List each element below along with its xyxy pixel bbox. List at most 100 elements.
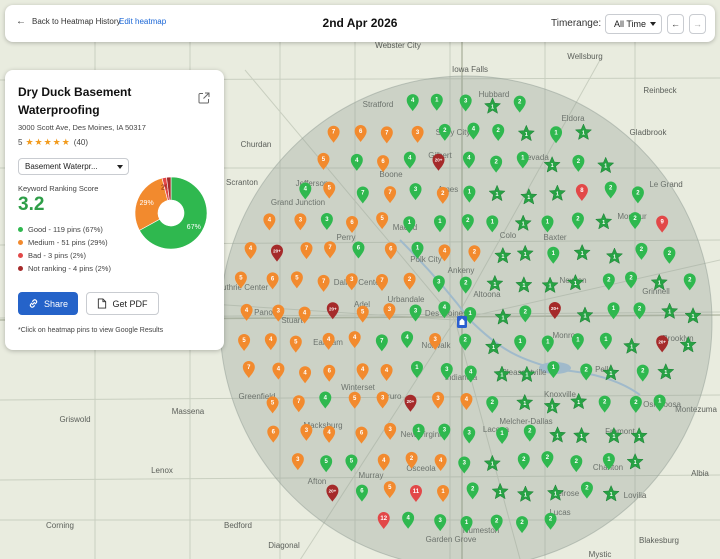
- place-label: Reinbeck: [643, 86, 677, 95]
- legend-dot: [18, 227, 23, 232]
- legend-label: Good - 119 pins (67%): [28, 225, 103, 234]
- place-label: Webster City: [375, 41, 421, 50]
- business-address: 3000 Scott Ave, Des Moines, IA 50317: [18, 123, 146, 132]
- svg-text:1: 1: [580, 434, 583, 440]
- svg-text:1: 1: [491, 104, 494, 110]
- svg-text:1: 1: [581, 251, 584, 257]
- svg-text:1: 1: [549, 284, 552, 290]
- svg-text:1: 1: [668, 310, 671, 316]
- previous-heatmap-button[interactable]: ←: [667, 14, 684, 34]
- svg-text:1: 1: [602, 220, 605, 226]
- svg-text:1: 1: [612, 434, 615, 440]
- svg-text:1: 1: [583, 313, 586, 319]
- svg-text:1: 1: [577, 400, 580, 406]
- svg-text:1: 1: [692, 314, 695, 320]
- place-label: Diagonal: [268, 541, 300, 550]
- legend-not-ranking: Not ranking - 4 pins (2%): [18, 262, 111, 275]
- svg-text:1: 1: [501, 254, 504, 260]
- back-to-history-label: Back to Heatmap History: [32, 17, 121, 26]
- business-info-panel: Dry Duck Basement Waterproofing 3000 Sco…: [5, 70, 224, 350]
- place-label: Bedford: [224, 521, 252, 530]
- place-label: Iowa Falls: [452, 65, 488, 74]
- timerange-label: Timerange:: [551, 18, 602, 29]
- place-label: Gladbrook: [630, 128, 668, 137]
- svg-text:12: 12: [380, 516, 387, 522]
- svg-text:1: 1: [658, 281, 661, 287]
- svg-text:1: 1: [664, 370, 667, 376]
- svg-text:11: 11: [413, 489, 420, 495]
- place-label: Lenox: [151, 466, 173, 475]
- svg-text:1: 1: [687, 343, 690, 349]
- legend-dot: [18, 266, 23, 271]
- legend-medium: Medium - 51 pins (29%): [18, 236, 111, 249]
- document-icon: [98, 298, 107, 309]
- arrow-left-icon: ←: [16, 15, 26, 27]
- svg-text:1: 1: [524, 492, 527, 498]
- svg-text:1: 1: [582, 131, 585, 137]
- svg-text:1: 1: [499, 490, 502, 496]
- svg-text:1: 1: [609, 371, 612, 377]
- pie-slice-label: 67%: [187, 224, 201, 231]
- svg-text:1: 1: [523, 401, 526, 407]
- share-label: Share: [43, 298, 69, 309]
- edit-heatmap-link[interactable]: Edit heatmap: [119, 17, 166, 26]
- pin-legend: Good - 119 pins (67%) Medium - 51 pins (…: [18, 223, 111, 275]
- place-label: Churdan: [241, 140, 272, 149]
- svg-text:1: 1: [525, 132, 528, 138]
- legend-label: Bad - 3 pins (2%): [28, 251, 86, 260]
- svg-text:20+: 20+: [407, 399, 415, 404]
- timerange-select[interactable]: All Time: [605, 14, 662, 34]
- pie-slice-label: 29%: [140, 200, 154, 207]
- place-label: Albia: [691, 469, 709, 478]
- score-label: Keyword Ranking Score: [18, 184, 99, 193]
- legend-label: Not ranking - 4 pins (2%): [28, 264, 111, 273]
- svg-text:1: 1: [556, 192, 559, 198]
- svg-text:1: 1: [491, 462, 494, 468]
- svg-text:1: 1: [554, 491, 557, 497]
- place-label: Massena: [172, 407, 205, 416]
- timerange-value: All Time: [614, 19, 647, 29]
- keyword-value: Basement Waterpr...: [25, 162, 98, 171]
- business-location-marker[interactable]: [457, 316, 467, 328]
- click-pins-hint: *Click on heatmap pins to view Google Re…: [18, 327, 164, 334]
- caret-down-icon: [650, 22, 656, 26]
- svg-text:1: 1: [522, 222, 525, 228]
- caret-down-icon: [117, 165, 123, 169]
- svg-text:1: 1: [492, 345, 495, 351]
- svg-text:1: 1: [524, 252, 527, 258]
- svg-text:1: 1: [574, 281, 577, 287]
- back-to-history-button[interactable]: ← Back to Heatmap History: [16, 15, 121, 27]
- place-label: Corning: [46, 521, 74, 530]
- svg-text:1: 1: [638, 434, 641, 440]
- arrow-right-icon: →: [693, 19, 702, 29]
- link-icon: [29, 299, 38, 308]
- place-label: Blakesburg: [639, 536, 679, 545]
- svg-text:1: 1: [630, 344, 633, 350]
- get-pdf-button[interactable]: Get PDF: [86, 292, 159, 315]
- pdf-label: Get PDF: [112, 298, 148, 309]
- legend-bad: Bad - 3 pins (2%): [18, 249, 111, 262]
- svg-text:1: 1: [522, 283, 525, 289]
- keyword-select[interactable]: Basement Waterpr...: [18, 158, 129, 175]
- ranking-donut-chart: 67%29%2%: [134, 176, 208, 250]
- svg-text:1: 1: [500, 372, 503, 378]
- svg-text:1: 1: [496, 192, 499, 198]
- svg-text:20+: 20+: [551, 306, 559, 311]
- svg-text:1: 1: [613, 255, 616, 261]
- svg-text:20+: 20+: [435, 158, 443, 163]
- svg-text:20+: 20+: [273, 249, 281, 254]
- svg-text:1: 1: [604, 164, 607, 170]
- legend-dot: [18, 240, 23, 245]
- next-heatmap-button[interactable]: →: [689, 14, 706, 34]
- business-name: Dry Duck Basement Waterproofing: [18, 85, 132, 117]
- share-button[interactable]: Share: [18, 292, 78, 315]
- rating-row: 5 ★★★★★ (40): [18, 137, 88, 148]
- arrow-left-icon: ←: [671, 19, 680, 29]
- external-link-icon[interactable]: [198, 92, 210, 104]
- svg-text:1: 1: [610, 492, 613, 498]
- svg-text:1: 1: [551, 163, 554, 169]
- ranking-score: 3.2: [18, 194, 45, 215]
- place-label: Mystic: [589, 550, 612, 559]
- svg-text:20+: 20+: [329, 489, 337, 494]
- legend-dot: [18, 253, 23, 258]
